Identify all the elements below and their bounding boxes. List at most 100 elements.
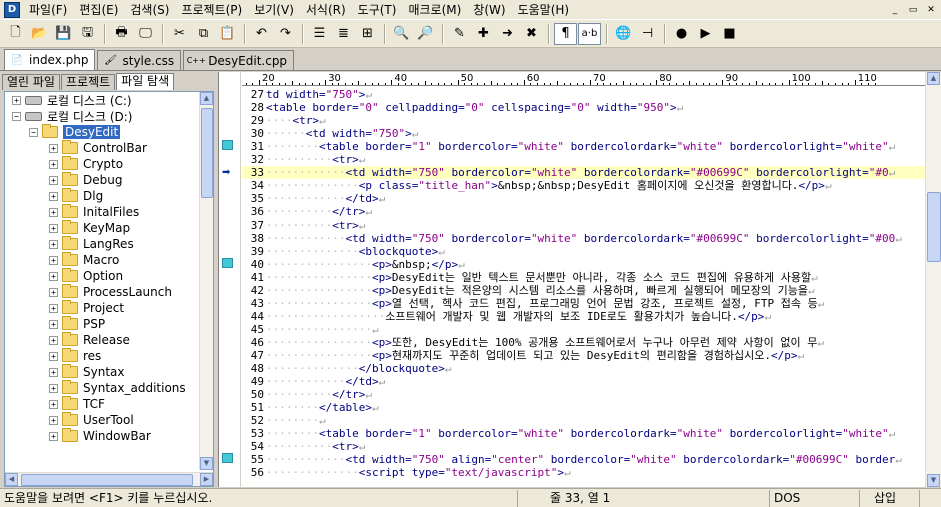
menu-item[interactable]: 도움말(H) [512,1,576,19]
tree-hscroll-thumb[interactable] [21,474,193,486]
word-wrap-toggle-button[interactable]: a·b [578,22,601,45]
code-area[interactable]: 27 td width="750">↵ 28 <table border="0" ce… [242,88,926,487]
open-folder-button[interactable]: 📂 [28,23,51,45]
code-line[interactable]: 50 ··········</tr>↵ [242,388,926,401]
macro-stop-button[interactable]: ■ [718,23,741,45]
code-line[interactable]: 42 ················<p>DesyEdit는 적은양의 시스템 … [242,284,926,297]
minimize-icon[interactable]: _ [887,2,903,17]
tree-item[interactable]: + Macro [49,252,119,268]
expander-icon[interactable]: + [49,143,58,153]
save-button[interactable]: 💾 [52,23,75,45]
tree-item[interactable]: + LangRes [49,236,134,252]
code-line[interactable]: 29 ····<tr>↵ [242,114,926,127]
expander-icon[interactable]: + [49,239,58,249]
code-line[interactable]: 27 td width="750">↵ [242,88,926,101]
tree-item[interactable]: + 로컬 디스크 (C:) [12,92,132,108]
expander-icon[interactable]: + [49,223,58,233]
find-files-button[interactable]: 🔎 [414,23,437,45]
code-line[interactable]: 46 ················<p>또한, DesyEdit는 100% … [242,336,926,349]
expander-icon[interactable]: + [49,431,58,441]
code-line[interactable]: 55 ············<td width="750" align="cen… [242,453,926,466]
expander-icon[interactable]: + [12,95,21,105]
menu-item[interactable]: 도구(T) [352,1,403,19]
undo-button[interactable]: ↶ [250,23,273,45]
tree-horizontal-scrollbar[interactable]: ◀ ▶ [5,472,213,486]
expander-icon[interactable]: + [49,287,58,297]
code-line[interactable]: 45 ················↵ [242,323,926,336]
menu-item[interactable]: 서식(R) [300,1,352,19]
tree-item[interactable]: + ProcessLaunch [49,284,172,300]
macro-play-button[interactable]: ▶ [694,23,717,45]
expander-icon[interactable]: + [49,191,58,201]
expander-icon[interactable]: + [49,303,58,313]
code-line[interactable]: 28 <table border="0" cellpadding="0" cell… [242,101,926,114]
expander-icon[interactable]: + [49,367,58,377]
code-line[interactable]: 37 ··········<tr>↵ [242,219,926,232]
bookmark-button[interactable]: ✎ [448,23,471,45]
code-line[interactable]: 35 ············</td>↵ [242,192,926,205]
expander-icon[interactable]: + [49,399,58,409]
copy-button[interactable]: ⧉ [192,23,215,45]
editor-vertical-scrollbar[interactable]: ▲ ▼ [925,72,941,487]
code-line[interactable]: 38 ············<td width="750" bordercolo… [242,232,926,245]
code-line[interactable]: 53 ········<table border="1" bordercolor=… [242,427,926,440]
tree-item[interactable]: + WindowBar [49,428,151,444]
expander-icon[interactable]: + [49,415,58,425]
code-line[interactable]: 43 ················<p>열 선택, 헥사 코드 편집, 프로그… [242,297,926,310]
pin-button[interactable]: ⊣ [636,23,659,45]
code-line[interactable]: 48 ··············</blockquote>↵ [242,362,926,375]
tree-item[interactable]: + Release [49,332,130,348]
find-button[interactable]: 🔍 [390,23,413,45]
paste-button[interactable]: 📋 [216,23,239,45]
expander-icon[interactable]: − [12,111,21,121]
browser-button[interactable]: 🌐 [612,23,635,45]
expander-icon[interactable]: + [49,175,58,185]
tree-item[interactable]: + Syntax_additions [49,380,186,396]
code-line[interactable]: 51 ········</table>↵ [242,401,926,414]
code-line[interactable]: 40 ················<p>&nbsp;</p>↵ [242,258,926,271]
save-all-button[interactable]: 🖫 [76,23,99,45]
redo-button[interactable]: ↷ [274,23,297,45]
view-list-button[interactable]: ☰ [308,23,331,45]
expander-icon[interactable]: + [49,383,58,393]
menu-item[interactable]: 매크로(M) [402,1,467,19]
tree-item[interactable]: + KeyMap [49,220,130,236]
menu-item[interactable]: 편집(E) [73,1,124,19]
expander-icon[interactable]: + [49,207,58,217]
code-line[interactable]: 54 ··········<tr>↵ [242,440,926,453]
hex-view-button[interactable]: ⊞ [356,23,379,45]
bookmark-clear-button[interactable]: ✖ [520,23,543,45]
code-line[interactable]: 39 ··············<blockquote>↵ [242,245,926,258]
code-editor[interactable]: ➡ 20 30 40 50 60 70 80 90 100 110 27 td width="750… [218,72,941,487]
scroll-right-icon[interactable]: ▶ [200,473,213,486]
tree-scroll-thumb[interactable] [201,108,213,198]
menu-item[interactable]: 파일(F) [23,1,73,19]
close-icon[interactable]: ✕ [923,2,939,17]
expander-icon[interactable]: + [49,319,58,329]
view-details-button[interactable]: ≣ [332,23,355,45]
code-line[interactable]: 33 ············<td width="750" bordercolo… [242,166,926,180]
code-line[interactable]: 56 ··············<script type="text/javas… [242,466,926,479]
menu-item[interactable]: 프로젝트(P) [175,1,248,19]
tree-item[interactable]: + InitalFiles [49,204,139,220]
editor-scroll-thumb[interactable] [927,192,941,262]
code-line[interactable]: 52 ········↵ [242,414,926,427]
tree-vertical-scrollbar[interactable]: ▲ ▼ [199,92,213,470]
editor-scroll-up-icon[interactable]: ▲ [927,72,940,85]
tree-item[interactable]: + TCF [49,396,105,412]
tree-item[interactable]: + Debug [49,172,122,188]
tree-item[interactable]: + ControlBar [49,140,147,156]
doc-tab[interactable]: C++ DesyEdit.cpp [183,50,295,70]
menu-item[interactable]: 창(W) [467,1,511,19]
code-line[interactable]: 31 ········<table border="1" bordercolor=… [242,140,926,153]
tree-item[interactable]: − 로컬 디스크 (D:) [12,108,132,124]
expander-icon[interactable]: + [49,255,58,265]
expander-icon[interactable]: + [49,351,58,361]
code-line[interactable]: 30 ······<td width="750">↵ [242,127,926,140]
editor-gutter[interactable]: ➡ [219,72,241,487]
code-line[interactable]: 47 ················<p>현재까지도 꾸준히 업데이트 되고 있… [242,349,926,362]
menu-item[interactable]: 검색(S) [124,1,175,19]
doc-tab[interactable]: 📄 index.php [4,49,96,70]
code-line[interactable]: 44 ··················소프트웨어 개발자 및 웹 개발자의 보… [242,310,926,323]
print-button[interactable]: 🖶 [110,23,133,45]
